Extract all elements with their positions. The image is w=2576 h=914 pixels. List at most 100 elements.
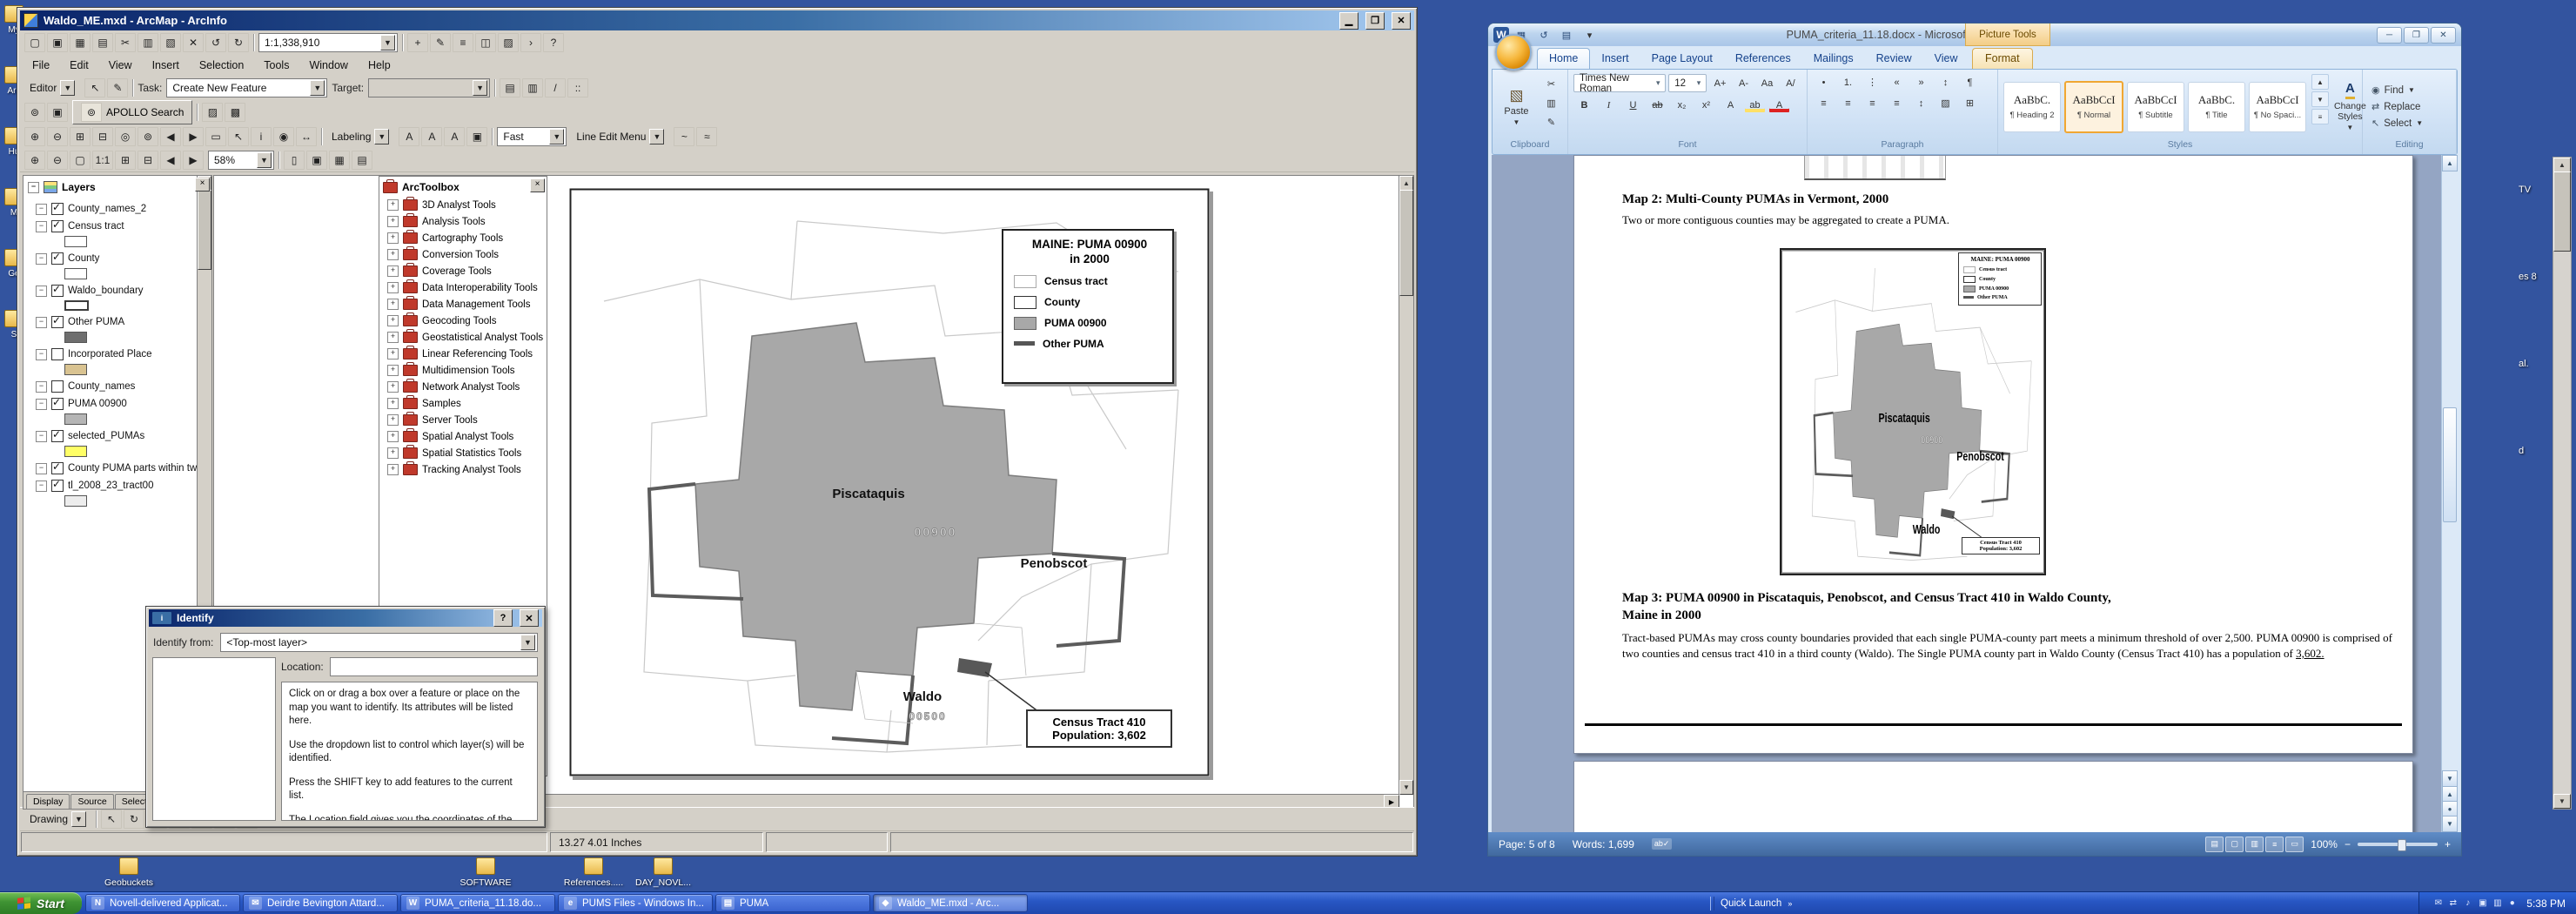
desktop-icon[interactable]: References..... [559, 857, 628, 888]
layout-zoom-previous-icon[interactable]: ◀ [160, 151, 181, 170]
chevron-down-icon[interactable]: ▼ [520, 635, 535, 650]
toolbox-item[interactable]: + Spatial Statistics Tools [379, 445, 547, 461]
expand-icon[interactable]: + [387, 381, 399, 393]
expand-icon[interactable]: + [387, 365, 399, 376]
toc-root[interactable]: − Layers [23, 176, 211, 196]
map3-figure[interactable]: Piscataquis 00900 Penobscot Waldo MAINE:… [1780, 248, 2046, 575]
label-priority-icon[interactable]: A [421, 127, 442, 146]
full-extent-icon[interactable]: ⊚ [138, 127, 158, 146]
scroll-up-icon[interactable]: ▲ [1399, 176, 1413, 191]
close-icon[interactable]: ✕ [520, 609, 539, 627]
collapse-icon[interactable]: − [36, 221, 47, 232]
layer-symbol-swatch[interactable] [64, 495, 87, 507]
layer-symbol-swatch[interactable] [64, 236, 87, 247]
expand-icon[interactable]: + [387, 398, 399, 409]
close-button[interactable]: ✕ [1392, 12, 1411, 30]
toc-tab[interactable]: Display [26, 794, 70, 809]
layer-item[interactable]: − Waldo_boundary [23, 282, 197, 311]
layout-zoom-whole-page-icon[interactable]: ▢ [70, 151, 91, 170]
align-center-icon[interactable]: ≡ [1837, 95, 1859, 111]
layer-visibility-checkbox[interactable] [51, 398, 64, 410]
expand-icon[interactable]: + [387, 464, 399, 475]
map-legend[interactable]: MAINE: PUMA 00900in 2000 Census tract [1002, 229, 1174, 384]
menu-item[interactable]: Window [301, 57, 355, 73]
delete-icon[interactable]: ✕ [183, 33, 204, 52]
toolbox-item[interactable]: + Server Tools [379, 412, 547, 428]
superscript-icon[interactable]: x² [1695, 97, 1717, 113]
layer-symbol-swatch[interactable] [64, 332, 87, 343]
layer-visibility-checkbox[interactable] [51, 252, 64, 265]
layer-visibility-checkbox[interactable] [51, 348, 64, 360]
select-elements-icon[interactable]: ↖ [228, 127, 249, 146]
zoom-next-icon[interactable]: ▶ [183, 127, 204, 146]
expand-icon[interactable]: + [387, 199, 399, 211]
decrease-indent-icon[interactable]: « [1886, 74, 1908, 91]
apollo-connection-icon[interactable]: ⊚ [24, 103, 45, 122]
print-icon[interactable]: ▤ [92, 33, 113, 52]
sketch-pencil-icon[interactable]: ✎ [107, 78, 128, 97]
proofing-status-icon[interactable]: ab✓ [1652, 838, 1673, 850]
find-button[interactable]: ◉ Find▼ [2368, 84, 2426, 97]
rotate-element-icon[interactable]: ↻ [124, 810, 144, 829]
menu-item[interactable]: Insert [144, 57, 187, 73]
expand-icon[interactable]: + [387, 414, 399, 426]
layer-item[interactable]: − Census tract [23, 218, 197, 247]
cut-icon[interactable]: ✂ [1540, 76, 1562, 92]
network-icon[interactable]: ⇄ [2446, 897, 2459, 910]
expand-icon[interactable]: + [387, 232, 399, 244]
layer-item[interactable]: − County PUMA parts within two PUMAs [23, 460, 197, 477]
cut-icon[interactable]: ✂ [115, 33, 136, 52]
toolbox-item[interactable]: + Linear Referencing Tools [379, 346, 547, 362]
fast-combo[interactable]: Fast ▼ [497, 127, 567, 146]
menu-item[interactable]: Selection [191, 57, 252, 73]
layer-item[interactable]: − tl_2008_23_tract00 [23, 477, 197, 507]
expand-icon[interactable]: + [387, 216, 399, 227]
map-scale-combo[interactable]: 1:1,338,910 ▼ [258, 33, 398, 52]
shrink-font-icon[interactable]: A- [1733, 75, 1754, 91]
identify-from-combo[interactable]: <Top-most layer> ▼ [220, 633, 538, 652]
close-icon[interactable]: × [195, 178, 210, 192]
bold-icon[interactable]: B [1573, 97, 1595, 113]
zoom-in-icon[interactable]: ⊕ [24, 127, 45, 146]
open-folder-icon[interactable]: ▣ [47, 33, 68, 52]
layout-fixed-zoom-in-icon[interactable]: ⊞ [115, 151, 136, 170]
toolbar-grip[interactable] [1710, 897, 1714, 911]
quick-launch-toolbar[interactable]: Quick Launch » [1710, 892, 1792, 914]
ribbon-tab-format[interactable]: Format [1972, 48, 2033, 69]
desktop-icon-label[interactable]: es 8 [2519, 272, 2537, 282]
chevron-down-icon[interactable]: ▼ [549, 129, 564, 144]
undo-icon[interactable]: ↺ [205, 33, 226, 52]
layer-symbol-swatch[interactable] [64, 446, 87, 457]
zoom-slider[interactable] [2358, 843, 2438, 846]
change-styles-button[interactable]: A Change Styles ▼ [2334, 74, 2366, 139]
toolbox-item[interactable]: + Coverage Tools [379, 263, 547, 279]
desktop-icon[interactable]: Geobuckets [94, 857, 164, 888]
layout-fixed-zoom-out-icon[interactable]: ⊟ [138, 151, 158, 170]
change-case-icon[interactable]: Aa [1756, 75, 1778, 91]
command-line-icon[interactable]: › [520, 33, 541, 52]
layer-visibility-checkbox[interactable] [51, 316, 64, 328]
apollo-search-button[interactable]: ⊚ APOLLO Search [72, 100, 192, 124]
snapping-icon[interactable]: :: [567, 78, 588, 97]
print-icon[interactable]: ▤ [1556, 26, 1577, 44]
messenger-icon[interactable]: ✉ [2432, 897, 2445, 910]
chevron-down-icon[interactable]: ▼ [380, 35, 395, 50]
line-spacing-icon[interactable]: ↕ [1910, 95, 1932, 111]
sketch-properties-icon[interactable]: ▥ [522, 78, 543, 97]
toolbox-item[interactable]: + Spatial Analyst Tools [379, 428, 547, 445]
minimize-button[interactable]: ─ [2377, 27, 2402, 44]
minimize-button[interactable]: ▁ [1339, 12, 1358, 30]
help-icon[interactable]: ? [493, 609, 513, 627]
expand-icon[interactable]: + [387, 332, 399, 343]
toolbox-item[interactable]: + Cartography Tools [379, 230, 547, 246]
toolbox-item[interactable]: + Network Analyst Tools [379, 379, 547, 395]
identify-icon[interactable]: i [251, 127, 272, 146]
numbering-icon[interactable]: 1. [1837, 74, 1859, 91]
ribbon-tab[interactable]: Home [1537, 48, 1590, 69]
menu-item[interactable]: Edit [62, 57, 97, 73]
attributes-icon[interactable]: ▤ [500, 78, 520, 97]
desktop-icon-label[interactable]: TV [2519, 185, 2537, 195]
expand-icon[interactable]: + [387, 447, 399, 459]
word-titlebar[interactable]: W ▦↺▤ ▾ PUMA_criteria_11.18.docx - Micro… [1488, 24, 2461, 46]
taskbar-item[interactable]: N Novell-delivered Applicat... [85, 894, 240, 912]
